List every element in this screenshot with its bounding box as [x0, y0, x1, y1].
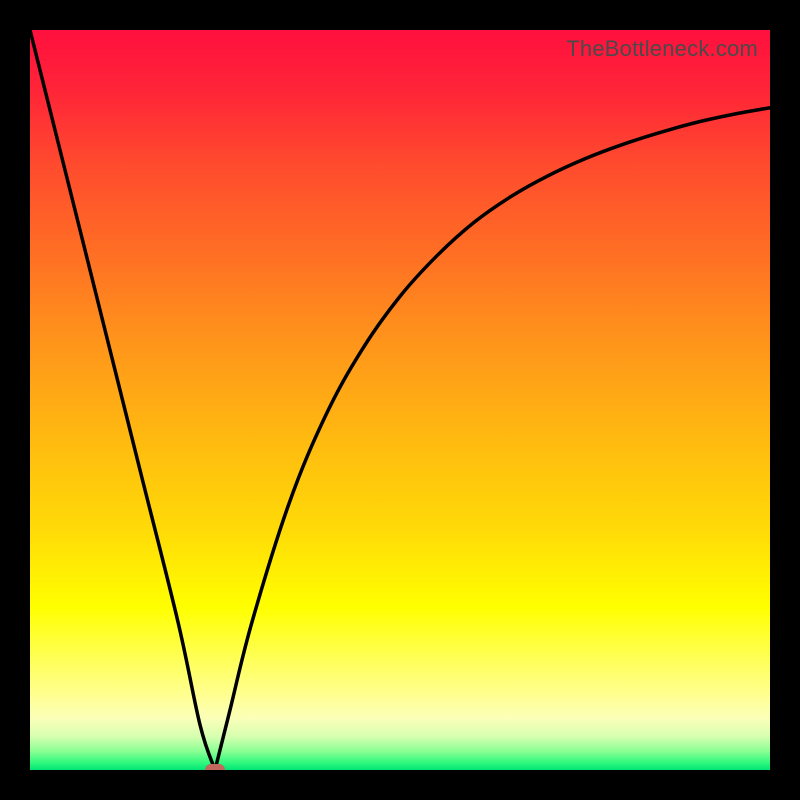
curve-layer: [30, 30, 770, 770]
plot-area: TheBottleneck.com: [30, 30, 770, 770]
min-marker: [205, 764, 225, 770]
curve-right: [215, 108, 770, 770]
chart-frame: TheBottleneck.com: [0, 0, 800, 800]
curve-left: [30, 30, 215, 770]
